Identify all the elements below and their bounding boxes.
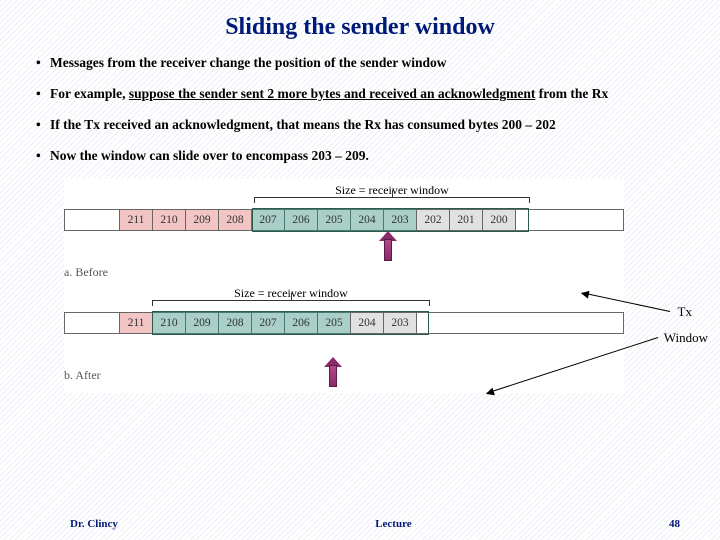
bullet-item: If the Tx received an acknowledgment, th… bbox=[34, 117, 686, 134]
buffer-blank bbox=[64, 209, 120, 231]
footer-title: Lecture bbox=[118, 518, 669, 530]
byte-cell: 204 bbox=[350, 209, 384, 231]
buffer-blank bbox=[516, 209, 624, 231]
byte-cell: 203 bbox=[383, 312, 417, 334]
byte-cell: 208 bbox=[218, 209, 252, 231]
bullet-item: Messages from the receiver change the po… bbox=[34, 55, 686, 72]
size-bracket-before: Size = receiver window bbox=[254, 183, 530, 203]
figure-caption: a. Before bbox=[64, 265, 624, 280]
byte-cell: 200 bbox=[482, 209, 516, 231]
bullet-list: Messages from the receiver change the po… bbox=[34, 55, 686, 165]
buffer-row-after: 211 210 209 208 207 206 205 204 203 bbox=[64, 312, 624, 334]
size-bracket-after: Size = receiver window bbox=[152, 286, 430, 306]
side-label-window: Window bbox=[664, 330, 708, 346]
footer-page: 48 bbox=[669, 518, 680, 530]
side-label-tx: Tx bbox=[678, 304, 692, 320]
byte-cell: 210 bbox=[152, 209, 186, 231]
byte-cell: 211 bbox=[119, 312, 153, 334]
byte-cell: 209 bbox=[185, 312, 219, 334]
pointer-arrow bbox=[324, 355, 342, 387]
bullet-item: Now the window can slide over to encompa… bbox=[34, 148, 686, 165]
byte-cell: 208 bbox=[218, 312, 252, 334]
buffer-blank bbox=[417, 312, 624, 334]
byte-cell: 210 bbox=[152, 312, 186, 334]
byte-cell: 207 bbox=[251, 312, 285, 334]
slide-title: Sliding the sender window bbox=[34, 14, 686, 41]
byte-cell: 206 bbox=[284, 209, 318, 231]
buffer-row-before: 211 210 209 208 207 206 205 204 203 202 … bbox=[64, 209, 624, 231]
bullet-item: For example, suppose the sender sent 2 m… bbox=[34, 86, 686, 103]
byte-cell: 205 bbox=[317, 209, 351, 231]
footer: Dr. Clincy Lecture 48 bbox=[0, 518, 720, 530]
byte-cell: 204 bbox=[350, 312, 384, 334]
byte-cell: 202 bbox=[416, 209, 450, 231]
byte-cell: 201 bbox=[449, 209, 483, 231]
buffer-blank bbox=[64, 312, 120, 334]
slide: Sliding the sender window Messages from … bbox=[0, 0, 720, 540]
byte-cell: 207 bbox=[251, 209, 285, 231]
byte-cell: 205 bbox=[317, 312, 351, 334]
byte-cell: 211 bbox=[119, 209, 153, 231]
figure: Size = receiver window 211 210 209 208 2… bbox=[64, 179, 624, 393]
footer-author: Dr. Clincy bbox=[70, 518, 118, 530]
byte-cell: 209 bbox=[185, 209, 219, 231]
pointer-arrow bbox=[379, 229, 397, 261]
byte-cell: 203 bbox=[383, 209, 417, 231]
byte-cell: 206 bbox=[284, 312, 318, 334]
